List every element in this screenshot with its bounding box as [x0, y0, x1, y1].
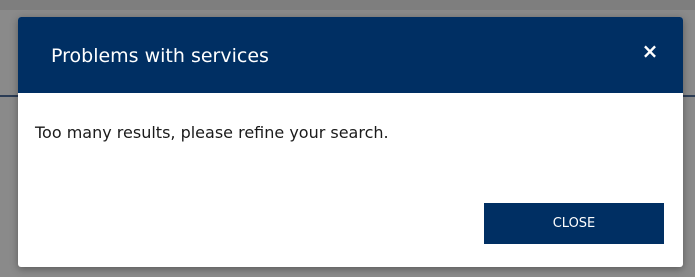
- close-button[interactable]: CLOSE: [484, 203, 664, 244]
- problems-dialog: Problems with services × Too many result…: [18, 17, 683, 267]
- backdrop-divider-right: [683, 95, 695, 97]
- page-backdrop-top: [0, 0, 695, 10]
- dialog-header: Problems with services ×: [18, 17, 683, 93]
- close-icon[interactable]: ×: [636, 37, 664, 65]
- backdrop-divider-left: [0, 95, 18, 97]
- dialog-title: Problems with services: [51, 45, 269, 67]
- dialog-message: Too many results, please refine your sea…: [35, 123, 389, 142]
